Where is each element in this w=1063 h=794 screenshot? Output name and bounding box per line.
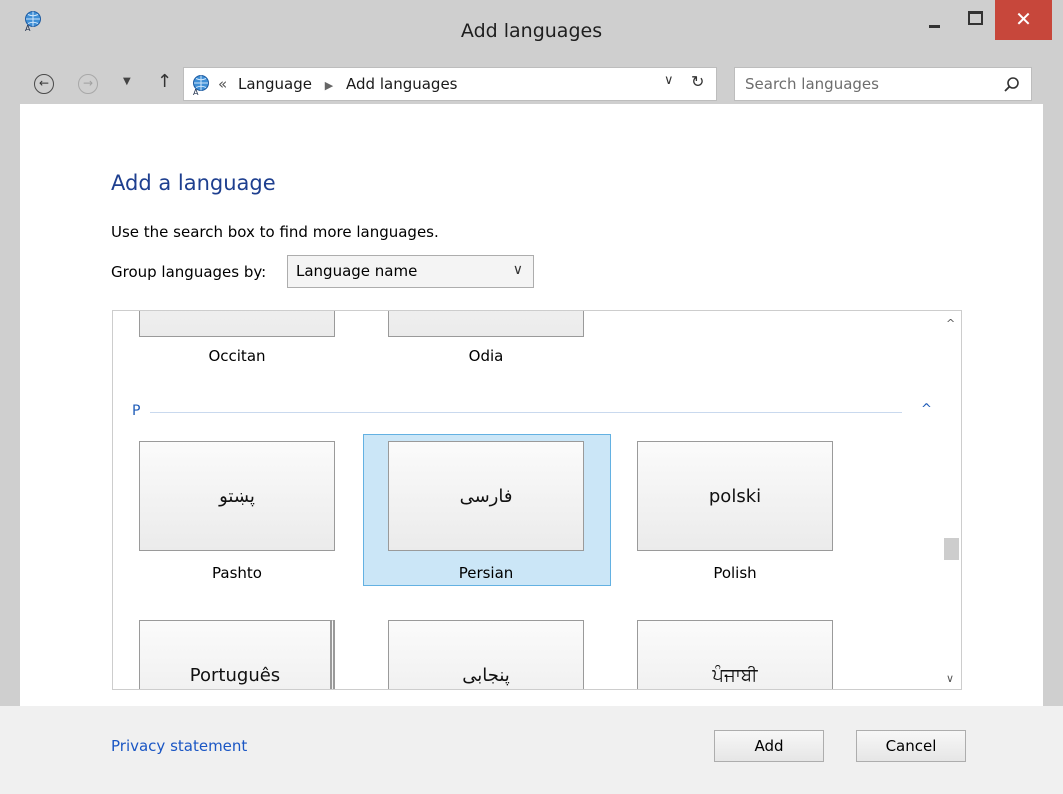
minimize-button[interactable] [917,0,953,40]
breadcrumb-overflow[interactable]: « [218,75,227,93]
up-arrow-button[interactable]: ↑ [157,71,172,92]
language-tile-portugues[interactable]: Português [139,620,335,689]
title-bar: A Add languages ✕ [0,0,1063,66]
breadcrumb-separator-icon[interactable]: ▶ [325,79,333,92]
breadcrumb-item-add-languages[interactable]: Add languages [346,75,457,93]
window-title: Add languages [460,20,603,42]
language-grid[interactable]: Occitan Odia P ^ پښتو Pashto فارسی Persi… [112,310,962,690]
refresh-icon[interactable]: ↻ [691,72,704,91]
tile-label: Odia [468,347,504,365]
language-location-icon: A [193,75,209,96]
page-title: Add a language [111,171,276,195]
language-tile-pashto[interactable]: پښتو [139,441,335,551]
tile-label: Persian [458,564,514,582]
tile-native-name: پنجابی [462,665,510,686]
maximize-button[interactable] [957,0,993,40]
recent-locations-chevron-icon[interactable]: ▼ [123,76,131,87]
collapse-section-icon[interactable]: ^ [921,402,932,417]
add-languages-window: A Add languages ✕ ← → ▼ ↑ A « Language ▶… [0,0,1063,794]
group-by-value: Language name [296,262,418,280]
tile-native-name: پښتو [219,486,255,507]
tile-native-name: ਪੰਜਾਬੀ [712,665,758,686]
tile-native-name: فارسی [459,486,513,507]
group-by-label: Group languages by: [111,263,267,281]
search-input[interactable] [743,74,987,94]
search-icon[interactable] [1003,76,1021,94]
language-tile-punjabi-gurmukhi[interactable]: ਪੰਜਾਬੀ [637,620,833,689]
section-letter: P [132,403,141,419]
chevron-down-icon: ∨ [512,262,523,278]
svg-text:A: A [193,88,199,96]
close-button[interactable]: ✕ [995,0,1052,40]
scroll-up-icon[interactable]: ^ [946,317,955,330]
breadcrumb: « Language ▶ Add languages [218,75,458,93]
language-tile-odia[interactable] [388,311,584,337]
language-tile-punjabi-arabic[interactable]: پنجابی [388,620,584,689]
tile-label: Pashto [212,564,262,582]
breadcrumb-item-language[interactable]: Language [238,75,312,93]
search-box[interactable] [734,67,1032,101]
content-panel: Add a language Use the search box to fin… [20,104,1043,706]
scrollbar-thumb[interactable] [944,538,959,560]
address-dropdown-chevron-icon[interactable]: ∨ [664,73,674,88]
tile-native-name: polski [708,486,762,507]
group-by-select[interactable]: Language name ∨ [287,255,534,288]
vertical-scrollbar[interactable]: ^ ∨ [941,311,961,689]
address-bar[interactable]: A « Language ▶ Add languages ∨ ↻ [183,67,717,101]
add-button[interactable]: Add [714,730,824,762]
language-tile-persian[interactable]: فارسی [388,441,584,551]
scroll-down-icon[interactable]: ∨ [946,672,954,685]
navigation-bar: ← → ▼ ↑ A « Language ▶ Add languages ∨ ↻ [0,66,1063,104]
language-tile-polish[interactable]: polski [637,441,833,551]
forward-button[interactable]: → [78,74,98,94]
tile-label: Polish [713,564,757,582]
footer-bar: Privacy statement Add Cancel [0,706,1063,794]
language-tile-occitan[interactable] [139,311,335,337]
privacy-statement-link[interactable]: Privacy statement [111,737,247,755]
tile-label: Occitan [208,347,266,365]
instruction-text: Use the search box to find more language… [111,223,439,241]
back-button[interactable]: ← [34,74,54,94]
tile-native-name: Português [189,665,281,686]
section-divider [150,412,902,413]
cancel-button[interactable]: Cancel [856,730,966,762]
